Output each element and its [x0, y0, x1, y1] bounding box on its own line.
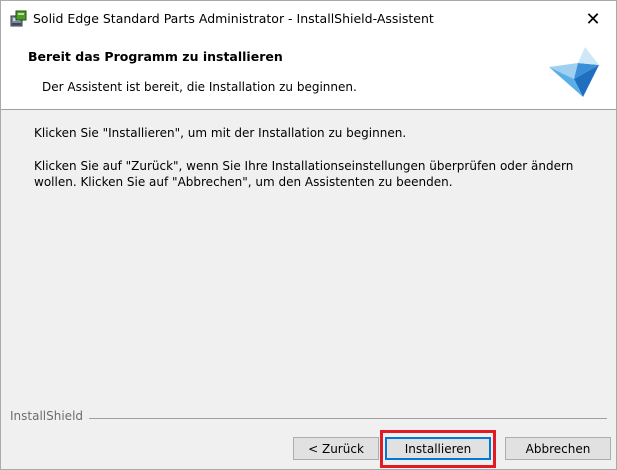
footer-divider: [10, 418, 607, 419]
window-title: Solid Edge Standard Parts Administrator …: [33, 11, 434, 26]
close-button[interactable]: ✕: [570, 1, 616, 37]
instruction-install: Klicken Sie "Installieren", um mit der I…: [34, 126, 407, 140]
installer-app-icon: [10, 10, 27, 27]
installshield-brand: InstallShield: [10, 409, 90, 423]
close-icon: ✕: [585, 8, 601, 30]
page-subtitle: Der Assistent ist bereit, die Installati…: [42, 80, 357, 94]
instruction-back-line: Klicken Sie auf "Zurück", wenn Sie Ihre …: [34, 159, 574, 173]
page-title: Bereit das Programm zu installieren: [28, 49, 283, 64]
installshield-logo-icon: [549, 47, 599, 97]
wizard-header: Bereit das Programm zu installieren Der …: [1, 37, 616, 110]
back-button[interactable]: < Zurück: [293, 437, 379, 460]
title-bar[interactable]: Solid Edge Standard Parts Administrator …: [1, 1, 616, 37]
cancel-button[interactable]: Abbrechen: [505, 437, 611, 460]
instruction-cancel-line: wollen. Klicken Sie auf "Abbrechen", um …: [34, 175, 453, 189]
install-button-highlight: [380, 430, 496, 468]
installer-window: Solid Edge Standard Parts Administrator …: [0, 0, 617, 470]
